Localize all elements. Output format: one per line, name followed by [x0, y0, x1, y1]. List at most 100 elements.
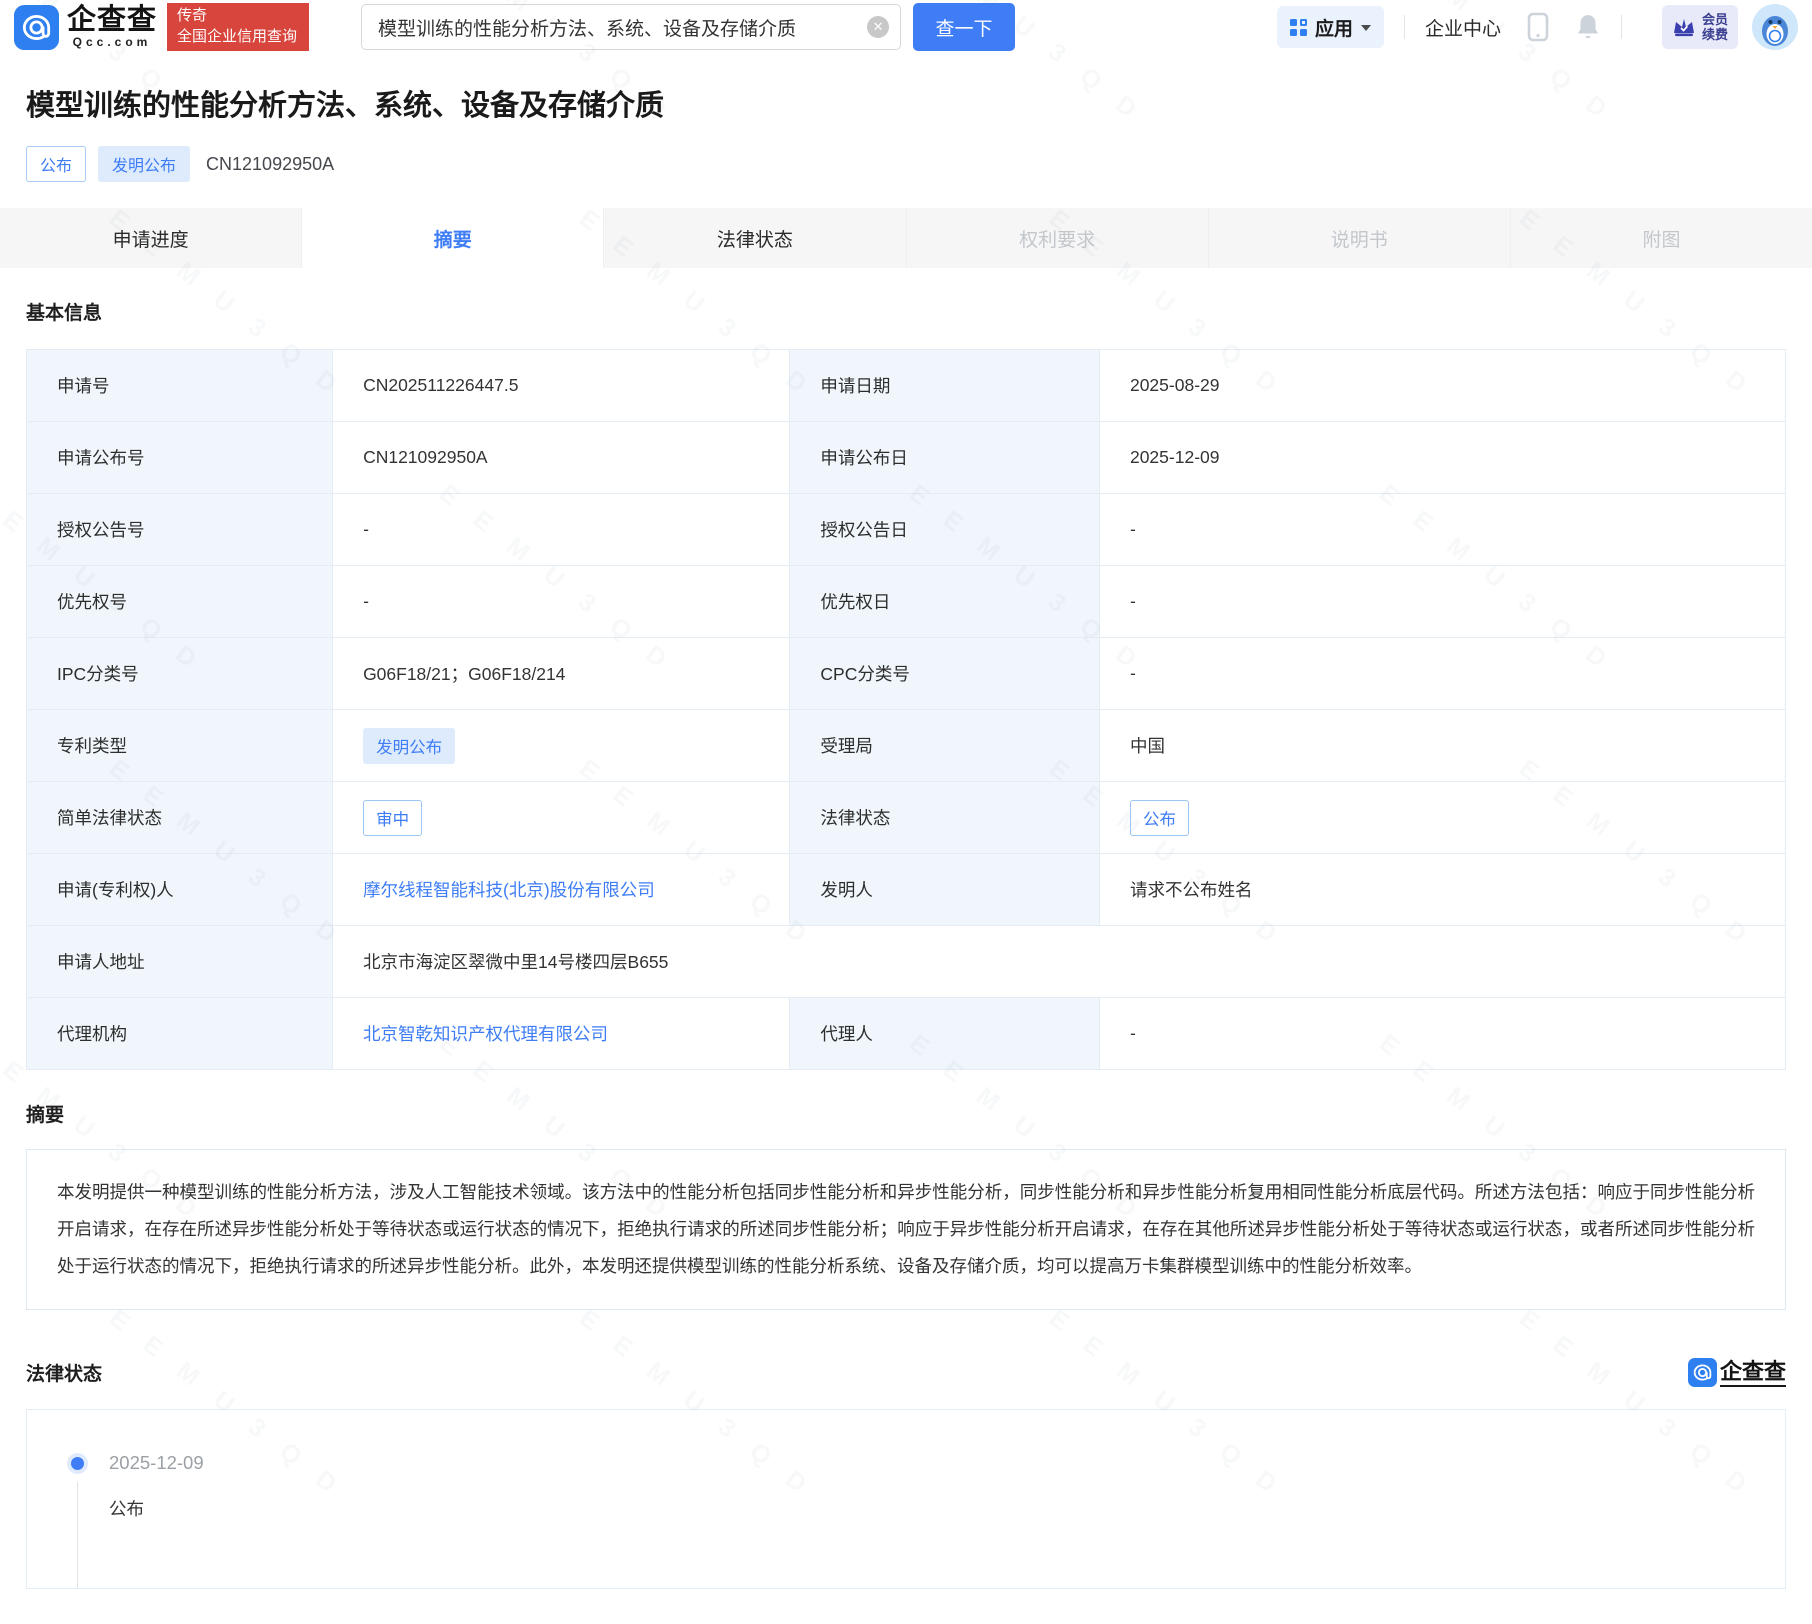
tab-claims: 权利要求	[907, 208, 1209, 268]
patent-type-badge: 发明公布	[363, 727, 456, 764]
table-row: 授权公告号 - 授权公告日 -	[25, 493, 1787, 566]
qcc-watermark-text: 企查查	[1719, 1359, 1786, 1387]
field-label: 申请(专利权)人	[25, 853, 334, 926]
slogan-line2: 全国企业信用查询	[177, 28, 298, 45]
field-label: 授权公告日	[789, 493, 1100, 566]
qcc-brand-text: 企查查 Qcc.com	[67, 3, 158, 49]
field-value: 摩尔线程智能科技(北京)股份有限公司	[332, 853, 791, 926]
field-value: G06F18/21；G06F18/214	[332, 637, 791, 710]
tab-legal-status[interactable]: 法律状态	[604, 208, 907, 268]
field-value: -	[332, 493, 791, 566]
timeline-line	[77, 1482, 78, 1589]
field-label: 法律状态	[789, 781, 1100, 854]
legal-status-header: 法律状态 企查查	[26, 1358, 1786, 1388]
apps-label: 应用	[1314, 18, 1353, 40]
tab-description: 说明书	[1209, 208, 1511, 268]
chevron-down-icon	[1360, 24, 1371, 36]
clear-search-icon[interactable]: ✕	[867, 16, 890, 38]
abstract-section: 摘要 本发明提供一种模型训练的性能分析方法，涉及人工智能技术领域。该方法中的性能…	[0, 1100, 1812, 1311]
apps-grid-icon	[1289, 18, 1307, 36]
user-avatar[interactable]	[1752, 4, 1798, 50]
table-row: 申请(专利权)人 摩尔线程智能科技(北京)股份有限公司 发明人 请求不公布姓名	[25, 853, 1787, 926]
timeline-event: 公布	[109, 1499, 144, 1520]
field-label: 简单法律状态	[25, 781, 334, 854]
field-label: 申请号	[25, 349, 334, 422]
agency-company-link[interactable]: 北京智乾知识产权代理有限公司	[363, 1024, 608, 1044]
basic-info-table: 申请号 CN202511226447.5 申请日期 2025-08-29 申请公…	[25, 349, 1787, 1070]
detail-tabs: 申请进度 摘要 法律状态 权利要求 说明书 附图	[0, 208, 1812, 268]
field-value: 北京市海淀区翠微中里14号楼四层B655	[332, 925, 1786, 998]
qcc-slogan-badge: 传奇 全国企业信用查询	[167, 3, 310, 51]
enterprise-center-link[interactable]: 企业中心	[1425, 14, 1501, 41]
abstract-heading: 摘要	[26, 1105, 65, 1126]
search-input[interactable]	[361, 4, 902, 50]
tab-abstract[interactable]: 摘要	[302, 208, 605, 268]
divider	[1620, 15, 1622, 39]
notifications-bell-icon[interactable]	[1575, 13, 1601, 41]
basic-info-section: 基本信息 申请号 CN202511226447.5 申请日期 2025-08-2…	[0, 298, 1812, 1070]
table-row: 代理机构 北京智乾知识产权代理有限公司 代理人 -	[25, 997, 1787, 1070]
field-value: 2025-12-09	[1098, 421, 1787, 494]
table-row: IPC分类号 G06F18/21；G06F18/214 CPC分类号 -	[25, 637, 1787, 710]
mobile-app-icon[interactable]	[1527, 12, 1549, 42]
qcc-brand-domain: Qcc.com	[72, 34, 152, 49]
table-row: 简单法律状态 审中 法律状态 公布	[25, 781, 1787, 854]
field-label: 专利类型	[25, 709, 334, 782]
vip-line2: 续费	[1701, 27, 1728, 42]
field-value: -	[1098, 637, 1787, 710]
field-value: 请求不公布姓名	[1098, 853, 1787, 926]
vip-line1: 会员	[1701, 12, 1728, 27]
table-row: 优先权号 - 优先权日 -	[25, 565, 1787, 638]
search-button[interactable]: 查一下	[913, 3, 1016, 51]
field-label: 申请公布号	[25, 421, 334, 494]
divider	[1403, 15, 1405, 39]
legal-status-heading: 法律状态	[26, 1364, 103, 1386]
field-label: 代理人	[789, 997, 1100, 1070]
field-label: 申请日期	[789, 349, 1100, 422]
field-label: 受理局	[789, 709, 1100, 782]
apps-menu-button[interactable]: 应用	[1276, 6, 1384, 48]
table-row: 申请号 CN202511226447.5 申请日期 2025-08-29	[25, 349, 1787, 422]
slogan-line1: 传奇	[177, 7, 208, 24]
field-value: 2025-08-29	[1098, 349, 1787, 422]
field-value: -	[1098, 997, 1787, 1070]
field-label: 优先权号	[25, 565, 334, 638]
field-value: 公布	[1098, 781, 1787, 854]
field-value: 北京智乾知识产权代理有限公司	[332, 997, 791, 1070]
field-label: 发明人	[789, 853, 1100, 926]
patent-tags-row: 公布 发明公布 CN121092950A	[26, 146, 1786, 182]
field-label: 代理机构	[25, 997, 334, 1070]
table-row: 申请人地址 北京市海淀区翠微中里14号楼四层B655	[25, 925, 1786, 998]
field-label: 授权公告号	[25, 493, 334, 566]
status-badge: 公布	[26, 146, 87, 182]
vip-renew-label: 会员 续费	[1702, 12, 1728, 42]
applicant-company-link[interactable]: 摩尔线程智能科技(北京)股份有限公司	[363, 880, 655, 900]
field-value: -	[332, 565, 791, 638]
qcc-logo[interactable]: 企查查 Qcc.com 传奇 全国企业信用查询	[14, 3, 310, 51]
field-value: 发明公布	[332, 709, 791, 782]
field-label: 优先权日	[789, 565, 1100, 638]
timeline-date: 2025-12-09	[109, 1452, 204, 1474]
top-header: 企查查 Qcc.com 传奇 全国企业信用查询 ✕ 查一下 应用 企业中心	[0, 0, 1812, 52]
crown-icon	[1673, 19, 1694, 37]
header-nav: 应用 企业中心 会员 续费	[1276, 4, 1798, 50]
vip-renew-button[interactable]: 会员 续费	[1661, 5, 1738, 49]
patent-header: 模型训练的性能分析方法、系统、设备及存储介质 公布 发明公布 CN1210929…	[0, 82, 1812, 182]
field-value: -	[1098, 493, 1787, 566]
timeline-dot-icon	[71, 1457, 84, 1471]
field-value: -	[1098, 565, 1787, 638]
field-label: CPC分类号	[789, 637, 1100, 710]
tab-application-progress[interactable]: 申请进度	[0, 208, 303, 268]
timeline-item: 2025-12-09 公布	[71, 1452, 1785, 1589]
basic-info-heading: 基本信息	[26, 303, 103, 324]
page-title: 模型训练的性能分析方法、系统、设备及存储介质	[26, 90, 665, 122]
legal-status-section: 法律状态 企查查 2025-12-09 公布	[0, 1358, 1812, 1590]
legal-status-badge: 公布	[1129, 799, 1189, 836]
field-label: 申请公布日	[789, 421, 1100, 494]
search-input-wrap: ✕	[361, 4, 902, 50]
field-value: CN121092950A	[332, 421, 791, 494]
qcc-brand-name: 企查查	[67, 3, 158, 36]
field-value: 审中	[332, 781, 791, 854]
qcc-logo-icon	[14, 4, 59, 50]
field-value: 中国	[1098, 709, 1787, 782]
